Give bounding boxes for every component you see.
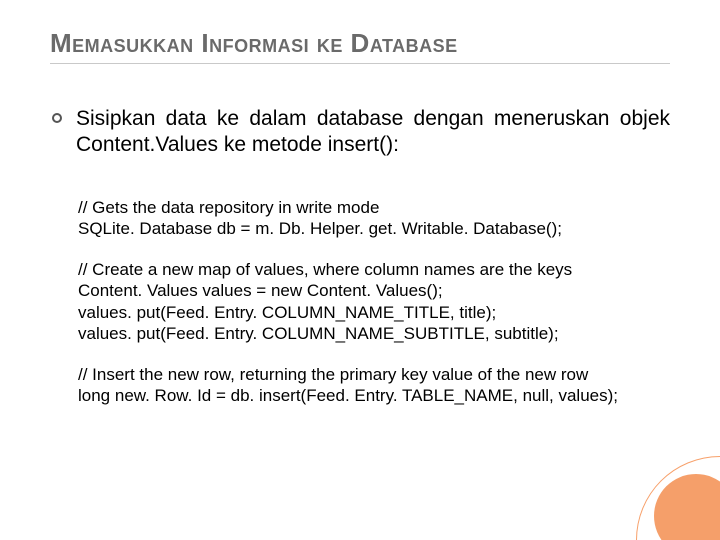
code-paragraph: // Create a new map of values, where col… [78, 259, 670, 344]
code-block: // Gets the data repository in write mod… [50, 197, 670, 407]
bullet-icon [52, 113, 62, 123]
code-paragraph: // Insert the new row, returning the pri… [78, 364, 670, 407]
code-line: SQLite. Database db = m. Db. Helper. get… [78, 218, 670, 239]
corner-circle [654, 474, 720, 540]
code-line: values. put(Feed. Entry. COLUMN_NAME_SUB… [78, 323, 670, 344]
bullet-item: Sisipkan data ke dalam database dengan m… [50, 106, 670, 159]
code-line: // Gets the data repository in write mod… [78, 197, 670, 218]
code-line: long new. Row. Id = db. insert(Feed. Ent… [78, 385, 670, 406]
code-line: // Insert the new row, returning the pri… [78, 364, 670, 385]
code-line: values. put(Feed. Entry. COLUMN_NAME_TIT… [78, 302, 670, 323]
code-line: // Create a new map of values, where col… [78, 259, 670, 280]
slide-title: Memasukkan Informasi ke Database [50, 28, 670, 64]
code-line: Content. Values values = new Content. Va… [78, 280, 670, 301]
slide: Memasukkan Informasi ke Database Sisipka… [0, 0, 720, 540]
code-paragraph: // Gets the data repository in write mod… [78, 197, 670, 240]
bullet-text: Sisipkan data ke dalam database dengan m… [76, 106, 670, 159]
corner-decoration [636, 456, 720, 540]
